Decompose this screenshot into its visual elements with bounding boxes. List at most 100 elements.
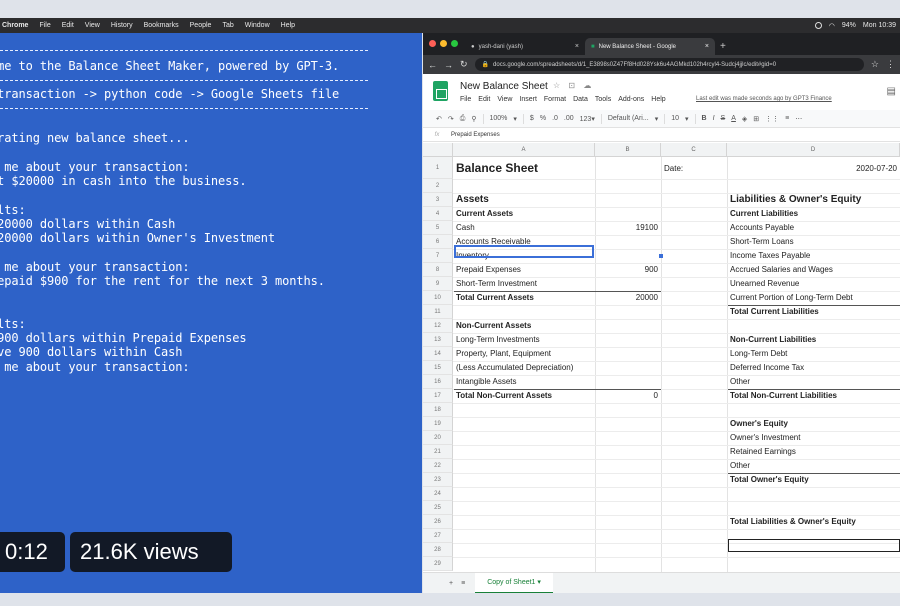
row-header[interactable]: 28 [423, 543, 453, 557]
menu-item-edit[interactable]: Edit [62, 22, 74, 29]
menu-item-window[interactable]: Window [245, 22, 270, 29]
cell-d8[interactable]: Accrued Salaries and Wages [730, 263, 833, 277]
chevron-down-icon[interactable]: ▾ [655, 115, 659, 123]
row-header[interactable]: 4 [423, 207, 453, 221]
bold-button[interactable]: B [702, 115, 707, 122]
cell-d11[interactable]: Total Current Liabilities [730, 305, 819, 319]
menu-format[interactable]: Format [544, 96, 566, 103]
comment-icon[interactable]: ▤ [887, 86, 896, 97]
cell-b10[interactable]: 20000 [595, 291, 658, 305]
row-header[interactable]: 17 [423, 389, 453, 403]
menu-item-view[interactable]: View [85, 22, 100, 29]
menu-data[interactable]: Data [573, 96, 588, 103]
cell-a16[interactable]: Intangible Assets [456, 375, 516, 389]
cell-d3[interactable]: Liabilities & Owner's Equity [730, 193, 861, 207]
menu-edit[interactable]: Edit [478, 96, 490, 103]
row-header[interactable]: 15 [423, 361, 453, 375]
cell-a10[interactable]: Total Current Assets [456, 291, 534, 305]
wifi-icon[interactable]: ◠ [829, 22, 835, 30]
document-title[interactable]: New Balance Sheet [460, 81, 548, 92]
more-formats-button[interactable]: 123▾ [580, 115, 595, 123]
cell-d13[interactable]: Non-Current Liabilities [730, 333, 816, 347]
terminal-window[interactable]: ome to the Balance Sheet Maker, powered … [0, 33, 422, 593]
cell-a13[interactable]: Long-Term Investments [456, 333, 540, 347]
row-header[interactable]: 23 [423, 473, 453, 487]
cell-d4[interactable]: Current Liabilities [730, 207, 798, 221]
row-header[interactable]: 14 [423, 347, 453, 361]
add-sheet-icon[interactable]: + [449, 580, 453, 587]
cell-d21[interactable]: Retained Earnings [730, 445, 796, 459]
row-header[interactable]: 12 [423, 319, 453, 333]
row-header[interactable]: 13 [423, 333, 453, 347]
chevron-down-icon[interactable]: ▾ [513, 115, 517, 123]
formula-input[interactable]: Prepaid Expenses [451, 132, 500, 138]
doc-title-icons[interactable]: ☆ ⊡ ☁ [553, 81, 594, 90]
row-header[interactable]: 29 [423, 557, 453, 571]
cell-d9[interactable]: Unearned Revenue [730, 277, 799, 291]
row-header[interactable]: 2 [423, 179, 453, 193]
strikethrough-button[interactable]: S [721, 115, 726, 122]
row-header[interactable]: 7 [423, 249, 453, 263]
undo-icon[interactable]: ↶ [436, 115, 442, 123]
column-header-d[interactable]: D [727, 143, 900, 157]
column-header-c[interactable]: C [661, 143, 727, 157]
maximize-window-icon[interactable] [451, 40, 458, 47]
row-header[interactable]: 11 [423, 305, 453, 319]
cell-d17[interactable]: Total Non-Current Liabilities [730, 389, 837, 403]
row-header[interactable]: 21 [423, 445, 453, 459]
record-icon[interactable] [814, 22, 822, 29]
new-tab-button[interactable]: + [715, 41, 726, 55]
italic-button[interactable]: I [713, 115, 715, 122]
row-header[interactable]: 1 [423, 157, 453, 179]
print-icon[interactable]: ⎙ [460, 115, 466, 123]
cell-d10[interactable]: Current Portion of Long-Term Debt [730, 291, 853, 305]
row-header[interactable]: 18 [423, 403, 453, 417]
cell-b5[interactable]: 19100 [595, 221, 658, 235]
cell-d15[interactable]: Deferred Income Tax [730, 361, 804, 375]
cell-a1[interactable]: Balance Sheet [456, 161, 538, 175]
menu-help[interactable]: Help [651, 96, 665, 103]
align-icon[interactable]: ≡ [785, 115, 789, 122]
percent-button[interactable]: % [540, 115, 546, 122]
minimize-window-icon[interactable] [440, 40, 447, 47]
row-header[interactable]: 3 [423, 193, 453, 207]
row-header[interactable]: 25 [423, 501, 453, 515]
battery-percent[interactable]: 94% [842, 22, 856, 29]
column-header-b[interactable]: B [595, 143, 661, 157]
font-select[interactable]: Default (Ari... [608, 115, 649, 122]
all-sheets-icon[interactable]: ≡ [461, 580, 465, 587]
cell-c1[interactable]: Date: [664, 162, 683, 176]
row-header[interactable]: 9 [423, 277, 453, 291]
reload-icon[interactable]: ↻ [460, 59, 468, 70]
browser-tab-sheet[interactable]: ■ New Balance Sheet - Google × [585, 38, 715, 55]
back-icon[interactable]: ← [428, 60, 437, 70]
row-header[interactable]: 24 [423, 487, 453, 501]
row-header[interactable]: 26 [423, 515, 453, 529]
menu-addons[interactable]: Add-ons [618, 96, 644, 103]
cell-a4[interactable]: Current Assets [456, 207, 513, 221]
menu-item-tab[interactable]: Tab [222, 22, 233, 29]
row-header[interactable]: 6 [423, 235, 453, 249]
more-icon[interactable]: ⋮ [886, 59, 895, 70]
cell-d19[interactable]: Owner's Equity [730, 417, 788, 431]
redo-icon[interactable]: ↷ [448, 115, 454, 123]
url-input[interactable]: 🔒 docs.google.com/spreadsheets/d/1_E3898… [474, 58, 864, 71]
menu-insert[interactable]: Insert [519, 96, 537, 103]
menu-view[interactable]: View [497, 96, 512, 103]
chevron-down-icon[interactable]: ▾ [685, 115, 689, 123]
menu-item-help[interactable]: Help [281, 22, 295, 29]
select-all-corner[interactable] [423, 143, 453, 157]
selected-range[interactable] [454, 245, 594, 258]
menu-tools[interactable]: Tools [595, 96, 611, 103]
cell-a3[interactable]: Assets [456, 193, 489, 207]
cell-a9[interactable]: Short-Term Investment [456, 277, 537, 291]
menu-file[interactable]: File [460, 96, 471, 103]
last-edit-link[interactable]: Last edit was made seconds ago by GPT3 F… [696, 96, 832, 102]
star-icon[interactable]: ☆ [871, 59, 879, 70]
row-header[interactable]: 10 [423, 291, 453, 305]
menu-item-file[interactable]: File [39, 22, 50, 29]
cell-d22[interactable]: Other [730, 459, 750, 473]
row-header[interactable]: 5 [423, 221, 453, 235]
merge-cells-icon[interactable]: ⋮⋮ [765, 115, 779, 123]
text-color-button[interactable]: A [731, 115, 736, 122]
